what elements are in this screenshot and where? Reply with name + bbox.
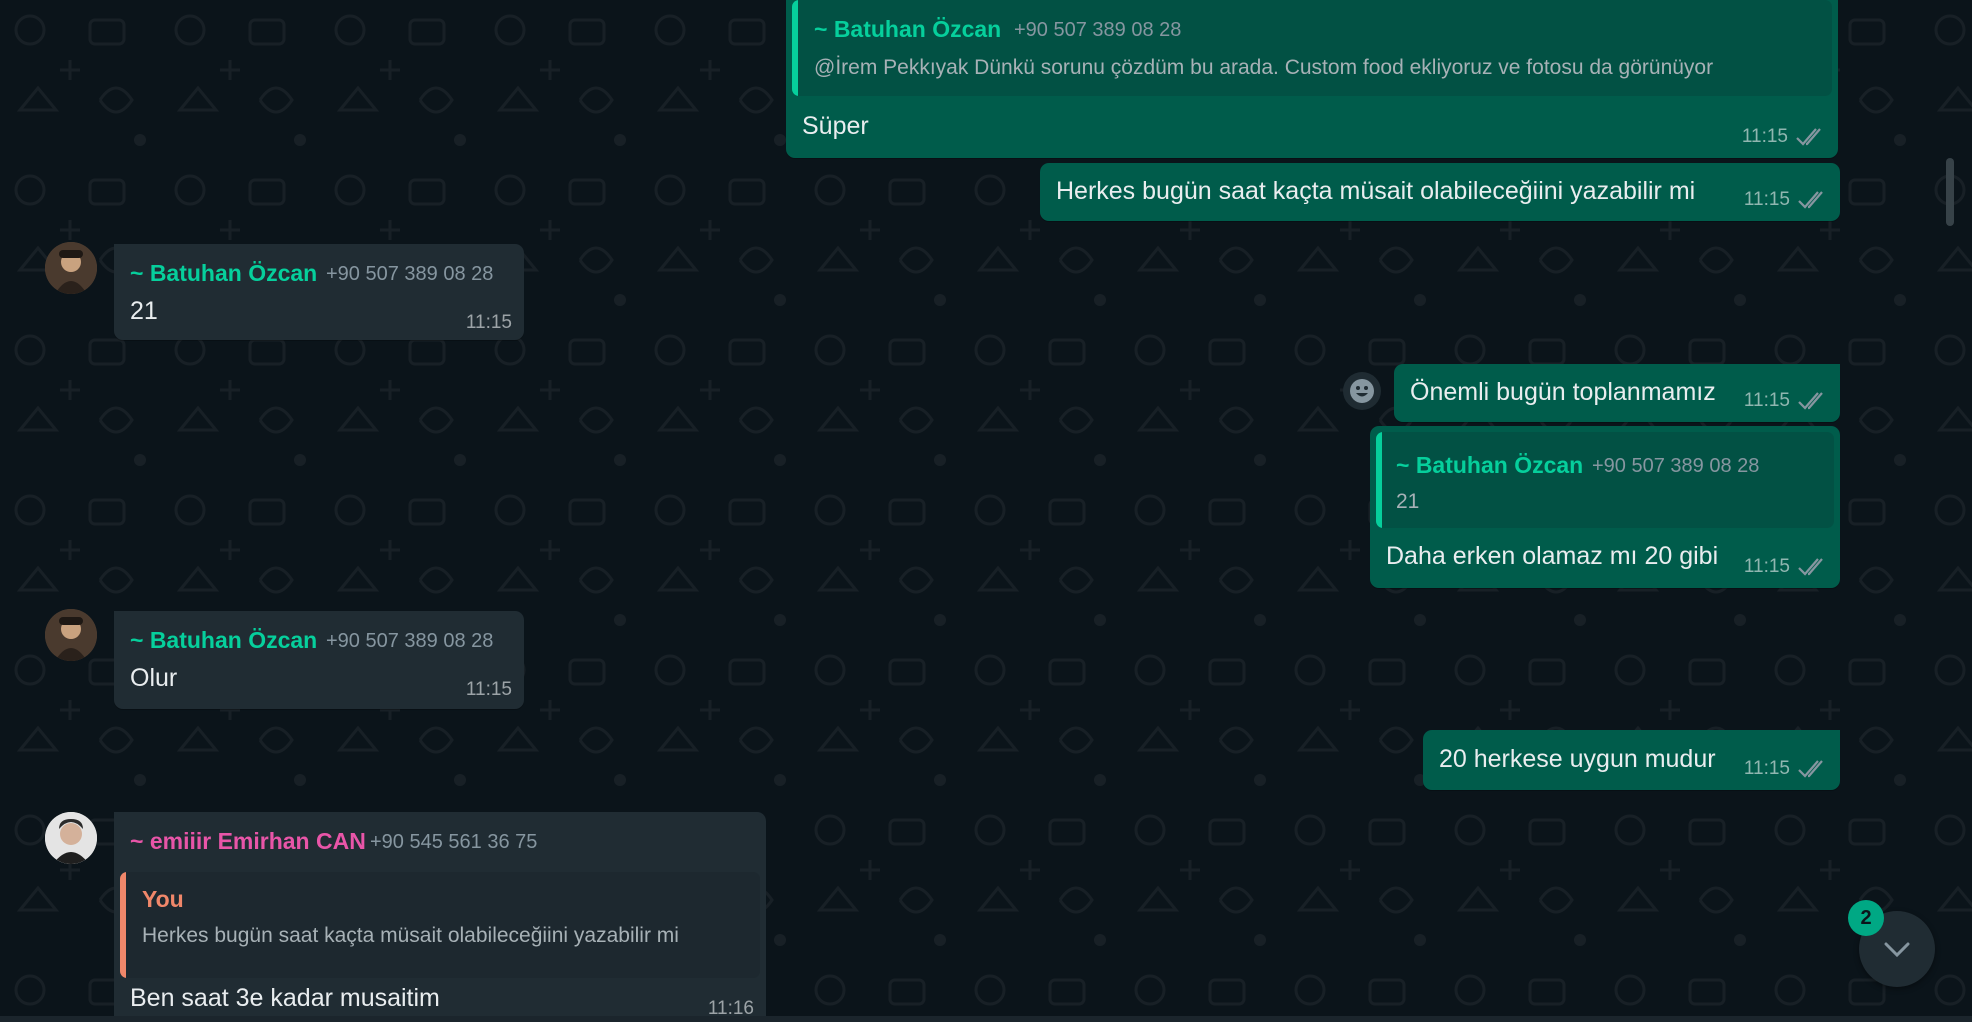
message-meta: 11:15 [1744,556,1828,578]
message-time: 11:15 [1743,390,1790,411]
quoted-message[interactable]: ~ Batuhan Özcan +90 507 389 08 28 @İrem … [792,0,1832,96]
message-text: Önemli bugün toplanmamız [1410,378,1716,406]
avatar[interactable] [45,812,97,864]
scrollbar-thumb[interactable] [1946,158,1954,226]
double-check-icon [1798,760,1823,778]
sender-name[interactable]: ~ Batuhan Özcan [130,260,317,287]
message-time: 11:15 [1743,556,1790,577]
outgoing-message[interactable]: Herkes bugün saat kaçta müsait olabilece… [1040,163,1840,221]
message-meta: 11:15 [1744,189,1828,211]
message-time: 11:15 [465,679,512,700]
sender-name[interactable]: ~ Batuhan Özcan [130,627,317,654]
sender-name[interactable]: ~ emiiir Emirhan CAN [130,828,366,855]
double-check-icon [1798,191,1823,209]
chat-panel: ~ Batuhan Özcan +90 507 389 08 28 @İrem … [0,0,1972,1022]
message-meta: 11:15 [1744,390,1828,412]
double-check-icon [1798,558,1823,576]
incoming-message[interactable]: ~ emiiir Emirhan CAN +90 545 561 36 75 Y… [114,812,766,1022]
unread-count-badge: 2 [1848,900,1884,936]
double-check-icon [1796,128,1821,146]
sender-phone: +90 545 561 36 75 [370,831,538,853]
message-text: Olur [130,664,178,692]
quote-sender-name: ~ Batuhan Özcan [1396,452,1584,478]
sender-phone: +90 507 389 08 28 [326,263,494,285]
quote-bar [120,872,126,978]
outgoing-message[interactable]: 20 herkese uygun mudur 11:15 [1423,730,1840,790]
emoji-icon[interactable] [1343,372,1381,410]
double-check-icon [1798,392,1823,410]
avatar[interactable] [45,242,97,294]
message-text: 20 herkese uygun mudur [1439,745,1716,773]
quote-sender-phone: +90 507 389 08 28 [1014,19,1182,41]
message-meta: 11:15 [466,312,512,334]
bottom-edge [0,1016,1972,1022]
quote-sender-name: You [142,886,184,912]
message-text: Ben saat 3e kadar musaitim [130,984,440,1012]
quote-bar [792,0,798,96]
incoming-message[interactable]: ~ Batuhan Özcan +90 507 389 08 28 Olur 1… [114,611,524,709]
avatar[interactable] [45,609,97,661]
quote-text: @İrem Pekkıyak Dünkü sorunu çözdüm bu ar… [814,56,1714,79]
message-meta: 11:15 [1742,126,1826,148]
outgoing-message[interactable]: ~ Batuhan Özcan +90 507 389 08 28 @İrem … [786,0,1838,158]
quote-bar [1376,432,1382,528]
quote-text: Herkes bugün saat kaçta müsait olabilece… [142,924,679,947]
message-meta: 11:15 [1744,758,1828,780]
quote-sender-phone: +90 507 389 08 28 [1592,455,1760,477]
quote-sender-name: ~ Batuhan Özcan [814,16,1002,42]
message-time: 11:15 [1741,126,1788,147]
quote-text: 21 [1396,490,1420,513]
message-time: 11:15 [465,312,512,333]
message-text: 21 [130,297,158,325]
message-text: Herkes bugün saat kaçta müsait olabilece… [1056,177,1696,205]
unread-count: 2 [1860,906,1872,929]
sender-phone: +90 507 389 08 28 [326,630,494,652]
quoted-message[interactable]: You Herkes bugün saat kaçta müsait olabi… [120,872,760,978]
chevron-down-icon [1884,942,1910,958]
outgoing-message[interactable]: ~ Batuhan Özcan +90 507 389 08 28 21 Dah… [1370,426,1840,588]
message-time: 11:15 [1743,189,1790,210]
incoming-message[interactable]: ~ Batuhan Özcan +90 507 389 08 28 21 11:… [114,244,524,340]
message-text: Daha erken olamaz mı 20 gibi [1386,542,1719,570]
message-time: 11:15 [1743,758,1790,779]
outgoing-message[interactable]: Önemli bugün toplanmamız 11:15 [1394,364,1840,422]
message-meta: 11:15 [466,679,512,701]
message-text: Süper [802,112,869,140]
quoted-message[interactable]: ~ Batuhan Özcan +90 507 389 08 28 21 [1376,432,1834,528]
